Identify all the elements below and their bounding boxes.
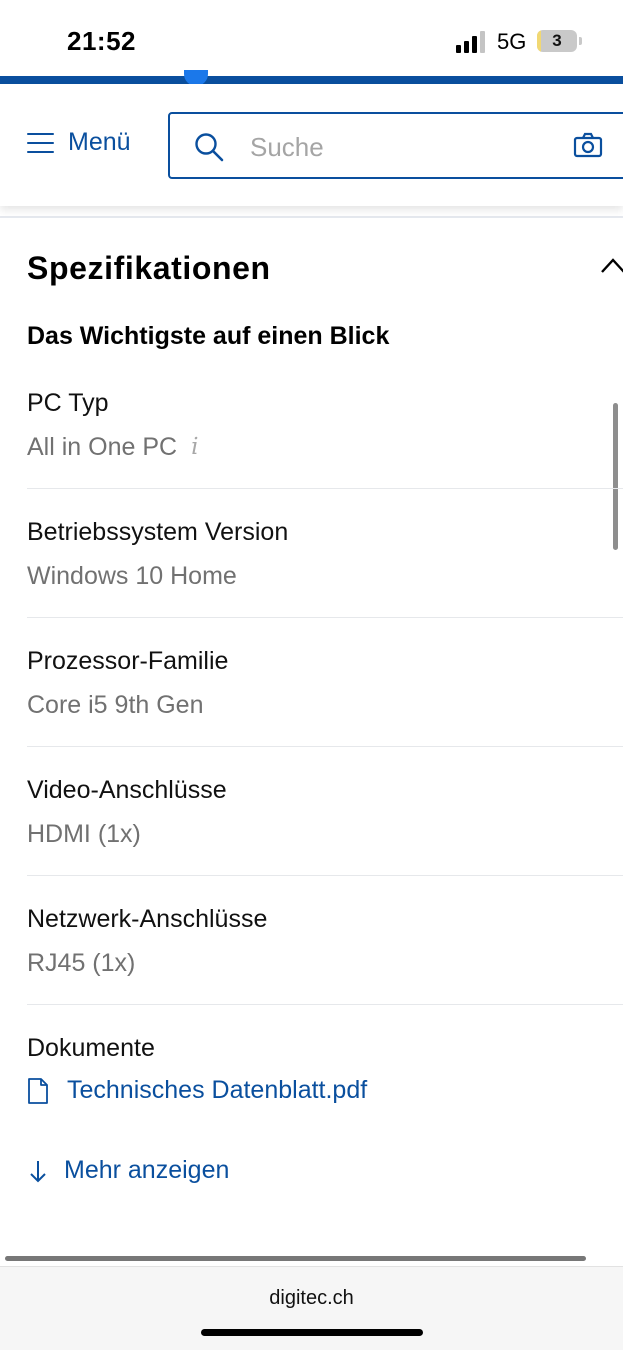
row-divider xyxy=(27,746,623,747)
spec-value: RJ45 (1x) xyxy=(27,949,136,977)
status-bar: 21:52 5G 3 xyxy=(0,0,623,76)
spec-item-documents: Dokumente Technisches Datenblatt.pdf xyxy=(27,1032,623,1105)
spec-value: All in One PC xyxy=(27,433,178,461)
document-icon xyxy=(28,1077,48,1104)
browser-bar: digitec.ch xyxy=(0,1266,623,1350)
spec-label: PC Typ xyxy=(27,389,109,417)
menu-label: Menü xyxy=(68,128,131,156)
battery-icon: 3 xyxy=(537,30,577,52)
show-more-button[interactable]: Mehr anzeigen xyxy=(27,1156,229,1185)
spec-value: HDMI (1x) xyxy=(27,820,141,848)
site-header: Menü xyxy=(0,84,623,206)
datasheet-link-label[interactable]: Technisches Datenblatt.pdf xyxy=(67,1076,367,1105)
search-box[interactable] xyxy=(168,112,623,179)
battery-cap xyxy=(579,37,582,45)
section-subtitle: Das Wichtigste auf einen Blick xyxy=(27,322,390,350)
search-input[interactable] xyxy=(250,130,550,164)
spec-label: Video-Anschlüsse xyxy=(27,776,227,804)
camera-icon[interactable] xyxy=(573,131,603,159)
search-icon[interactable] xyxy=(194,132,224,162)
top-divider xyxy=(0,216,623,218)
row-divider xyxy=(27,617,623,618)
cellular-signal-icon xyxy=(456,31,485,53)
spec-value: Windows 10 Home xyxy=(27,562,237,590)
spec-label: Betriebssystem Version xyxy=(27,518,289,546)
menu-button[interactable]: Menü xyxy=(27,128,131,157)
row-divider xyxy=(27,1004,623,1005)
page-progress-bar xyxy=(0,70,623,86)
network-type: 5G xyxy=(497,29,527,54)
row-divider xyxy=(27,875,623,876)
spec-value: Core i5 9th Gen xyxy=(27,691,204,719)
show-more-label: Mehr anzeigen xyxy=(64,1156,230,1184)
spec-label: Netzwerk-Anschlüsse xyxy=(27,905,268,933)
spec-item-os-version: Betriebssystem Version Windows 10 Home xyxy=(27,516,623,592)
status-time: 21:52 xyxy=(67,26,136,56)
home-indicator[interactable] xyxy=(201,1329,423,1336)
spec-item-pc-type: PC Typ All in One PC i xyxy=(27,387,623,463)
datasheet-link[interactable]: Technisches Datenblatt.pdf xyxy=(27,1076,623,1105)
horizontal-scrollbar[interactable] xyxy=(5,1256,586,1261)
url-label[interactable]: digitec.ch xyxy=(0,1287,623,1310)
arrow-down-icon xyxy=(30,1160,46,1182)
row-divider xyxy=(27,488,623,489)
spec-value-row: All in One PC i xyxy=(27,431,623,463)
spec-item-video-ports: Video-Anschlüsse HDMI (1x) xyxy=(27,774,623,850)
hamburger-icon xyxy=(27,132,54,153)
spec-label: Prozessor-Familie xyxy=(27,647,229,675)
info-icon[interactable]: i xyxy=(191,431,198,463)
documents-label: Dokumente xyxy=(27,1034,155,1062)
battery-level: 3 xyxy=(552,31,562,50)
spec-item-processor-family: Prozessor-Familie Core i5 9th Gen xyxy=(27,645,623,721)
chevron-up-icon[interactable] xyxy=(600,256,623,274)
spec-item-network-ports: Netzwerk-Anschlüsse RJ45 (1x) xyxy=(27,903,623,979)
section-title[interactable]: Spezifikationen xyxy=(27,250,271,287)
